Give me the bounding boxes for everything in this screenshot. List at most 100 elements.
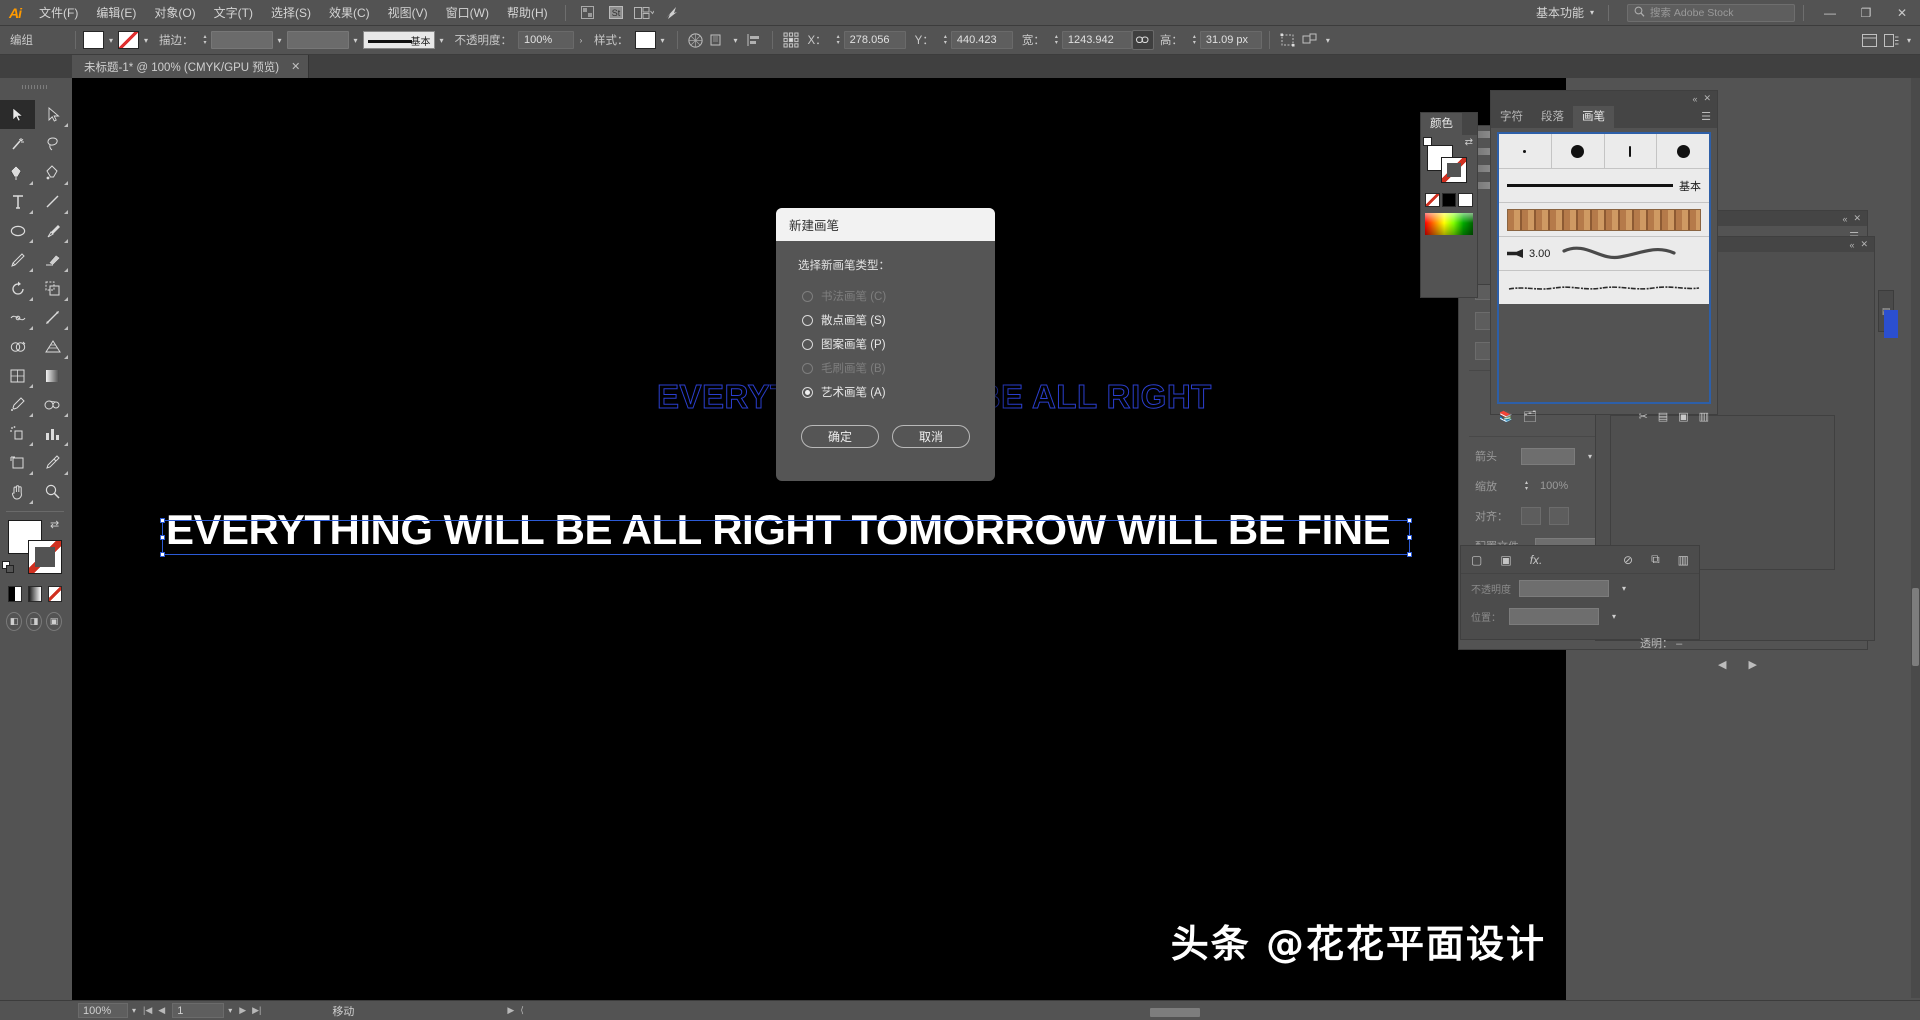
stroke-weight-stepper[interactable]: ▴ ▾ (200, 31, 211, 49)
mesh-tool[interactable] (0, 361, 35, 390)
status-expand-icon[interactable]: ▶ (504, 1005, 517, 1016)
panel-stroke-swatch[interactable] (1441, 157, 1467, 183)
vertical-scrollbar-track[interactable] (1911, 78, 1920, 998)
brush-basic[interactable]: 基本 (1499, 168, 1709, 202)
isolate-object-icon[interactable] (707, 30, 729, 50)
symbol-sprayer-tool[interactable] (0, 419, 35, 448)
opacity-input[interactable]: 100% (518, 31, 574, 49)
width-tool[interactable] (0, 303, 35, 332)
horizontal-scrollbar-thumb[interactable] (1150, 1008, 1200, 1017)
arrange-window-icon[interactable] (1858, 30, 1880, 50)
duplicate-item-icon[interactable]: ⧉ (1651, 552, 1660, 567)
close-icon[interactable]: ✕ (1853, 213, 1861, 224)
clear-appearance-icon[interactable]: ⊘ (1623, 553, 1633, 567)
ellipse-tool[interactable] (0, 216, 35, 245)
rotate-tool[interactable] (0, 274, 35, 303)
stroke-weight-chevron-icon[interactable]: ▾ (273, 31, 287, 49)
transform-panel-icon[interactable] (1277, 30, 1299, 50)
collapse-icon[interactable]: « (1692, 94, 1697, 104)
close-icon[interactable]: ✕ (291, 60, 300, 73)
collapse-icon[interactable]: « (1849, 240, 1854, 250)
document-tab[interactable]: 未标题-1* @ 100% (CMYK/GPU 预览) ✕ (72, 55, 310, 78)
white-swatch[interactable] (1458, 193, 1474, 207)
workspace-switcher[interactable]: 基本功能 ▾ (1530, 4, 1600, 21)
selection-anchor[interactable] (160, 518, 165, 523)
gradient-mode-button[interactable] (28, 586, 42, 602)
pen-tool[interactable] (0, 158, 35, 187)
default-fill-stroke-icon[interactable] (2, 561, 15, 574)
selection-anchor[interactable] (1407, 552, 1412, 557)
scale-value-1[interactable]: 100% (1540, 480, 1586, 492)
color-mode-button[interactable] (8, 586, 22, 602)
full-screen-menu-mode-button[interactable]: ◨ (26, 612, 42, 631)
x-input[interactable]: 278.056 (843, 31, 906, 49)
position-select[interactable] (1509, 607, 1599, 625)
constrain-proportions-icon[interactable] (1131, 30, 1154, 50)
zoom-chevron-down-icon[interactable]: ▾ (128, 1006, 140, 1015)
height-input[interactable]: 31.09 px (1199, 31, 1262, 49)
color-spectrum-ramp[interactable] (1425, 213, 1473, 235)
brush-calligraphic-5pt-flat[interactable] (1605, 134, 1658, 168)
y-input[interactable]: 440.423 (950, 31, 1013, 49)
libraries-icon[interactable]: 🗂 (1523, 410, 1537, 423)
swap-fill-stroke-icon[interactable]: ⇄ (50, 518, 64, 532)
first-page-icon[interactable]: |◀ (140, 1005, 155, 1016)
blend-mode-select[interactable] (1519, 579, 1609, 597)
align-extend-button[interactable] (1521, 507, 1541, 525)
add-effect-icon[interactable]: fx. (1530, 553, 1543, 567)
menu-effect[interactable]: 效果(C) (320, 0, 379, 26)
radio-pattern-icon[interactable] (802, 338, 813, 350)
stroke-chevron-down-icon[interactable]: ▾ (139, 31, 153, 49)
graphic-style-swatch[interactable] (634, 31, 656, 49)
direct-selection-tool[interactable] (35, 100, 70, 129)
align-panel-icon[interactable] (743, 30, 765, 50)
menu-edit[interactable]: 编辑(E) (87, 0, 145, 26)
tab-brushes[interactable]: 画笔 (1573, 106, 1614, 128)
y-stepper[interactable]: ▴ ▾ (940, 31, 951, 49)
shape-builder-tool[interactable] (0, 332, 35, 361)
brush-art-scratch[interactable] (1499, 270, 1709, 304)
swap-fill-stroke-icon[interactable]: ⇄ (1465, 137, 1473, 148)
menu-select[interactable]: 选择(S) (262, 0, 320, 26)
document-setup-icon[interactable] (1880, 30, 1902, 50)
brush-calligraphic-10pt[interactable] (1657, 134, 1709, 168)
stroke-color-swatch[interactable] (118, 31, 139, 49)
fill-color-swatch[interactable] (83, 31, 104, 49)
zoom-tool[interactable] (35, 477, 70, 506)
hand-tool[interactable] (0, 477, 35, 506)
black-swatch[interactable] (1441, 193, 1457, 207)
new-brush-dialog[interactable]: 新建画笔 选择新画笔类型： 书法画笔 (C) 散点画笔 (S) 图案画笔 (P)… (776, 208, 995, 481)
tab-character[interactable]: 字符 (1491, 106, 1532, 128)
slice-tool[interactable] (35, 448, 70, 477)
selection-anchor[interactable] (160, 535, 165, 540)
add-stroke-icon[interactable]: ▣ (1500, 553, 1511, 567)
brushes-list[interactable]: 基本 3.00 (1497, 132, 1711, 404)
lightning-icon[interactable] (661, 3, 683, 23)
selection-anchor[interactable] (160, 552, 165, 557)
normal-screen-mode-button[interactable]: ◧ (6, 612, 22, 631)
brushes-panel[interactable]: « ✕ 字符 段落 画笔 ☰ 基本 3.00 📚 🗂 ✂ ▤ ▣ ▥ (1490, 90, 1718, 423)
artboard-main-text[interactable]: EVERYTHING WILL BE ALL RIGHT TOMORROW WI… (166, 506, 1391, 554)
bridge-icon[interactable] (577, 3, 599, 23)
column-graph-tool[interactable] (35, 419, 70, 448)
radio-scatter-icon[interactable] (802, 314, 813, 326)
brush-art-charcoal[interactable]: 3.00 (1499, 236, 1709, 270)
blend-tool[interactable] (35, 390, 70, 419)
close-icon[interactable]: ✕ (1703, 93, 1711, 104)
chevron-down-icon[interactable]: ▾ (1607, 607, 1621, 625)
brush-type-option-pattern[interactable]: 图案画笔 (P) (776, 332, 995, 356)
menu-window[interactable]: 窗口(W) (437, 0, 498, 26)
stroke-weight-input[interactable] (210, 31, 273, 49)
recolor-artwork-icon[interactable] (685, 30, 707, 50)
stock-search-input[interactable]: 搜索 Adobe Stock (1627, 3, 1795, 22)
scale1-stepper[interactable]: ▴ ▾ (1521, 477, 1532, 495)
artboard-chevron-down-icon[interactable]: ▾ (224, 1006, 236, 1015)
style-chevron-icon[interactable]: ▾ (656, 31, 670, 49)
curvature-tool[interactable] (35, 158, 70, 187)
zoom-level-input[interactable]: 100% (78, 1003, 128, 1018)
brush-calligraphic-1pt[interactable] (1499, 134, 1552, 168)
next-arrow-icon[interactable]: ▶ (1748, 658, 1756, 671)
tab-paragraph[interactable]: 段落 (1532, 106, 1573, 128)
variable-width-chevron-icon[interactable]: ▾ (349, 31, 363, 49)
close-icon[interactable]: ✕ (1860, 239, 1868, 250)
